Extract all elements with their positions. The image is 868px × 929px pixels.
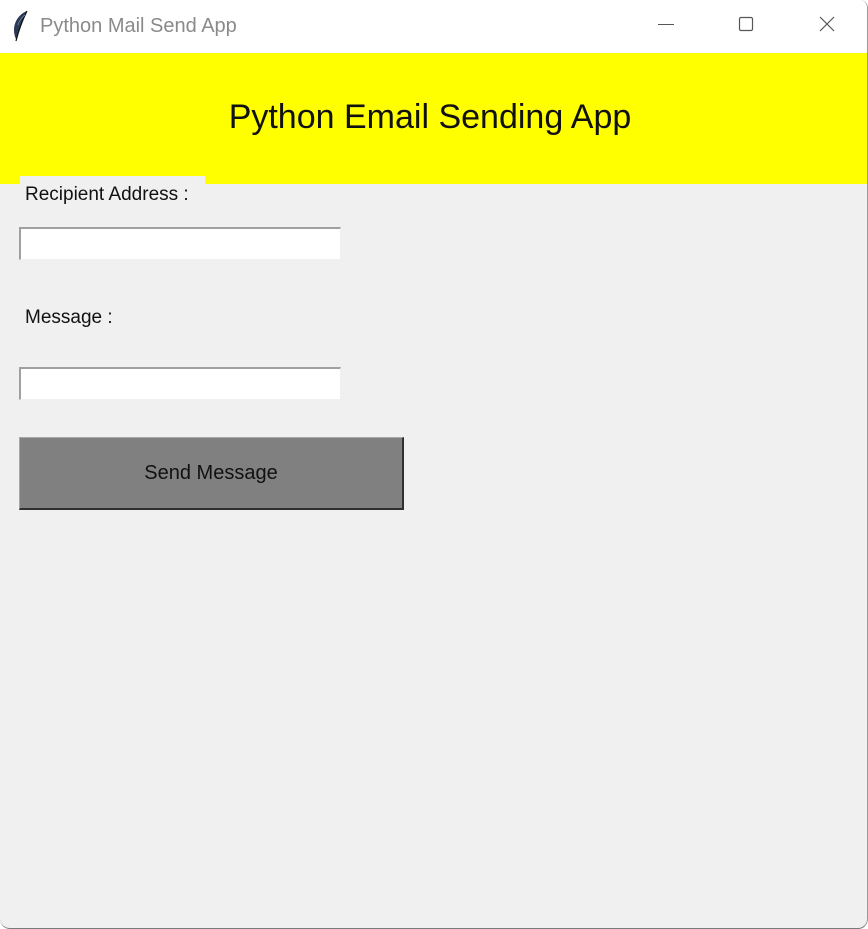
recipient-address-label: Recipient Address :: [20, 176, 205, 208]
message-label: Message :: [20, 305, 118, 333]
message-input[interactable]: [19, 367, 341, 400]
maximize-button[interactable]: [706, 0, 786, 53]
minimize-button[interactable]: [626, 0, 706, 53]
window-title: Python Mail Send App: [40, 15, 237, 37]
send-message-button[interactable]: Send Message: [19, 437, 404, 510]
header-banner: Python Email Sending App: [0, 53, 867, 184]
title-bar[interactable]: Python Mail Send App: [0, 0, 867, 53]
maximize-icon: [737, 15, 755, 38]
minimize-icon: [657, 15, 675, 38]
page-title: Python Email Sending App: [228, 98, 632, 136]
recipient-address-input[interactable]: [19, 227, 341, 260]
app-window: Python Mail Send App Python Email Sendin…: [0, 0, 868, 929]
close-icon: [818, 15, 836, 38]
feather-icon: [10, 10, 30, 42]
close-button[interactable]: [787, 0, 867, 53]
